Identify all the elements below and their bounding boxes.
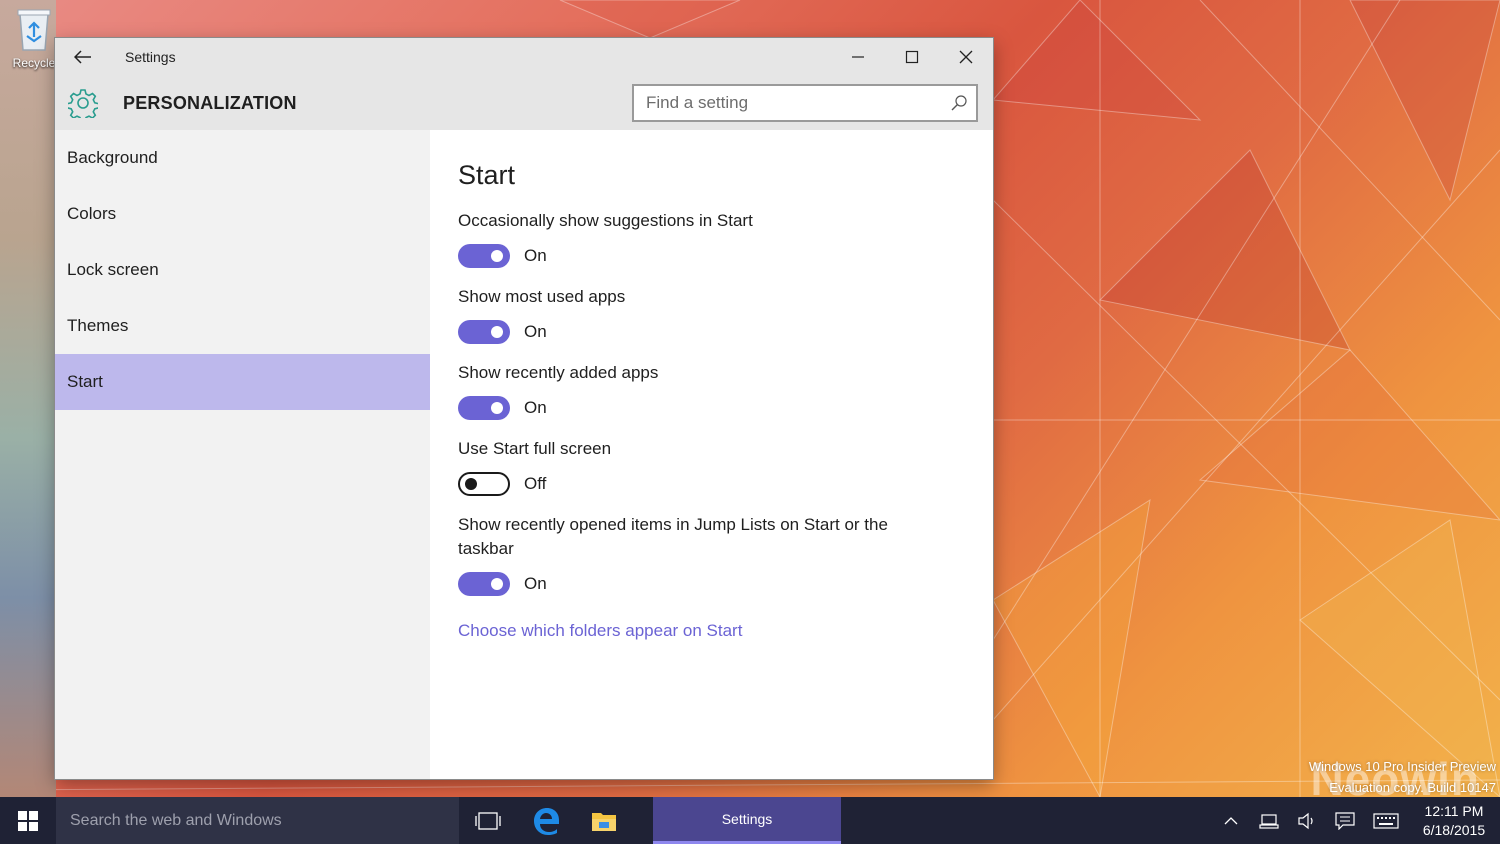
window-title: Settings <box>125 49 176 65</box>
watermark-line: Windows 10 Pro Insider Preview <box>1308 759 1496 774</box>
back-button[interactable] <box>55 38 111 76</box>
volume-button[interactable] <box>1288 797 1326 844</box>
search-input[interactable] <box>634 93 942 113</box>
toggle-state: On <box>524 574 547 593</box>
keyboard-icon <box>1373 812 1399 829</box>
sidebar-item-label: Themes <box>67 316 129 335</box>
task-view-button[interactable] <box>459 797 517 844</box>
file-explorer-button[interactable] <box>575 797 633 844</box>
page-title: Start <box>458 160 516 190</box>
section-title: PERSONALIZATION <box>123 92 297 113</box>
minimize-button[interactable] <box>831 38 885 76</box>
toggle-state: On <box>524 322 547 341</box>
setting-label: Show recently added apps <box>458 363 659 382</box>
chevron-up-icon <box>1224 816 1238 824</box>
window-controls <box>831 38 993 76</box>
close-icon <box>959 50 973 64</box>
sidebar-item-label: Colors <box>67 204 117 223</box>
toggle-switch[interactable] <box>458 396 510 420</box>
toggle-row: On <box>458 571 965 597</box>
recycle-bin-label: Recycle <box>12 56 56 70</box>
sidebar-item-label: Background <box>67 148 158 167</box>
choose-folders-link[interactable]: Choose which folders appear on Start <box>458 621 742 641</box>
windows-start-icon <box>18 810 38 831</box>
clock[interactable]: 12:11 PM 6/18/2015 <box>1408 802 1500 840</box>
action-center-icon <box>1335 811 1355 830</box>
desktop-wallpaper-strip <box>0 0 56 797</box>
show-hidden-icons-button[interactable] <box>1212 797 1250 844</box>
toggle-knob <box>465 478 477 490</box>
setting-label: Occasionally show suggestions in Start <box>458 211 753 230</box>
sidebar-item-colors[interactable]: Colors <box>55 186 430 242</box>
touch-keyboard-button[interactable] <box>1364 797 1408 844</box>
start-button[interactable] <box>0 797 56 844</box>
sidebar-item-start[interactable]: Start <box>55 354 430 410</box>
toggle-switch[interactable] <box>458 572 510 596</box>
taskbar-app-settings[interactable]: Settings <box>653 797 841 844</box>
sidebar-item-lock-screen[interactable]: Lock screen <box>55 242 430 298</box>
toggle-row: On <box>458 395 965 421</box>
sidebar-item-background[interactable]: Background <box>55 130 430 186</box>
build-watermark: Windows 10 Pro Insider Preview Evaluatio… <box>1309 756 1496 798</box>
toggle-state: On <box>524 246 547 265</box>
action-center-button[interactable] <box>1326 797 1364 844</box>
back-arrow-icon <box>74 50 91 64</box>
close-button[interactable] <box>939 38 993 76</box>
file-explorer-icon <box>592 812 616 831</box>
toggle-row: Off <box>458 471 965 497</box>
sidebar: Background Colors Lock screen Themes Sta… <box>55 130 430 779</box>
edge-button[interactable] <box>517 797 575 844</box>
content-pane: Start Occasionally show suggestions in S… <box>430 130 993 779</box>
settings-body: Background Colors Lock screen Themes Sta… <box>55 130 993 779</box>
recycle-bin-shortcut[interactable]: Recycle <box>6 6 62 82</box>
gear-icon <box>68 89 98 118</box>
toggle-row: On <box>458 319 965 345</box>
setting-label: Show most used apps <box>458 287 626 306</box>
setting-recently-added-apps: Show recently added apps On <box>458 361 965 421</box>
sidebar-item-themes[interactable]: Themes <box>55 298 430 354</box>
setting-most-used-apps: Show most used apps On <box>458 285 965 345</box>
setting-jump-lists: Show recently opened items in Jump Lists… <box>458 513 965 597</box>
minimize-icon <box>852 56 864 58</box>
toggle-knob <box>491 250 503 262</box>
network-button[interactable] <box>1250 797 1288 844</box>
gear-icon-wrap <box>55 76 111 130</box>
clock-time: 12:11 PM <box>1424 802 1484 819</box>
setting-suggestions: Occasionally show suggestions in Start O… <box>458 209 965 269</box>
toggle-state: Off <box>524 474 547 493</box>
settings-window: Settings PERSONALIZATION Find a setting … <box>55 38 993 779</box>
title-bar: Settings <box>55 38 993 76</box>
toggle-row: On <box>458 243 965 269</box>
search-button[interactable] <box>942 95 976 111</box>
taskbar: Search the web and Windows Settings 12:1… <box>0 797 1500 844</box>
find-setting-search[interactable] <box>632 84 978 122</box>
setting-label: Use Start full screen <box>458 439 612 458</box>
setting-label: Show recently opened items in Jump Lists… <box>458 515 888 558</box>
watermark-line: Evaluation copy. Build 10147 <box>1329 780 1496 795</box>
task-view-icon <box>475 811 501 830</box>
network-icon <box>1259 813 1279 829</box>
settings-header: PERSONALIZATION <box>55 76 993 130</box>
search-icon <box>951 95 967 111</box>
edge-icon <box>534 807 559 835</box>
recycle-bin-icon <box>17 9 51 51</box>
toggle-switch[interactable] <box>458 320 510 344</box>
volume-icon <box>1298 812 1313 829</box>
system-tray: 12:11 PM 6/18/2015 <box>1212 797 1500 844</box>
toggle-switch[interactable] <box>458 244 510 268</box>
toggle-knob <box>491 402 503 414</box>
sidebar-item-label: Lock screen <box>67 260 159 279</box>
toggle-switch[interactable] <box>458 472 510 496</box>
clock-date: 6/18/2015 <box>1422 821 1486 838</box>
maximize-button[interactable] <box>885 38 939 76</box>
toggle-knob <box>491 326 503 338</box>
setting-full-screen: Use Start full screen Off <box>458 437 965 497</box>
sidebar-item-label: Start <box>67 372 103 391</box>
taskbar-search-box[interactable]: Search the web and Windows <box>56 797 459 844</box>
toggle-knob <box>491 578 503 590</box>
toggle-state: On <box>524 398 547 417</box>
maximize-icon <box>905 50 919 64</box>
